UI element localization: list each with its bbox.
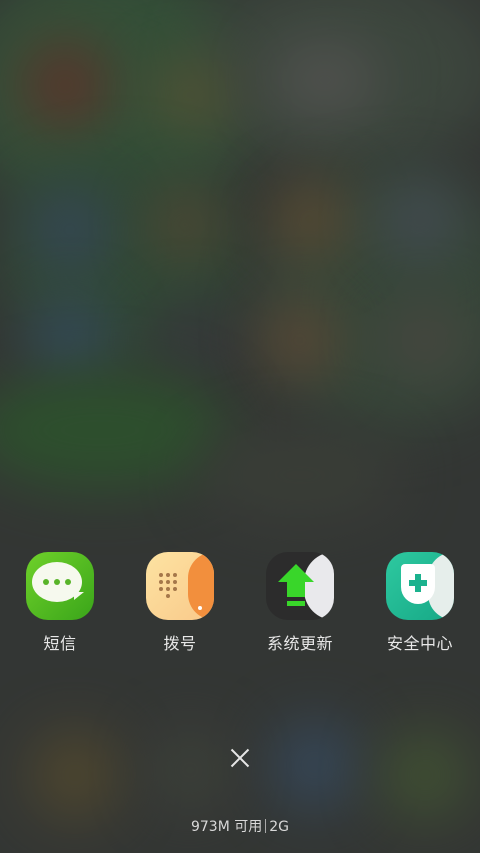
memory-status: 973M 可用 2G — [0, 816, 480, 836]
memory-divider — [265, 819, 267, 833]
memory-available: 973M 可用 — [190, 819, 263, 835]
app-label: 安全中心 — [386, 634, 453, 653]
recent-apps-row: 短信 拨号 系统更新 安全中心 — [0, 552, 480, 662]
system-update-icon — [266, 552, 334, 620]
app-system-update[interactable]: 系统更新 — [240, 552, 360, 654]
app-dialer[interactable]: 拨号 — [120, 552, 240, 654]
dialer-icon — [146, 552, 214, 620]
security-center-icon — [386, 552, 454, 620]
app-label: 拨号 — [163, 634, 197, 653]
app-sms[interactable]: 短信 — [0, 552, 120, 654]
memory-total: 2G — [269, 819, 290, 835]
sms-icon — [26, 552, 94, 620]
app-security-center[interactable]: 安全中心 — [360, 552, 480, 654]
app-label: 短信 — [43, 634, 77, 653]
recent-apps-screen: 短信 拨号 系统更新 安全中心 973M 可用 2G — [0, 0, 480, 853]
close-icon[interactable] — [224, 742, 256, 774]
app-label: 系统更新 — [266, 634, 333, 653]
